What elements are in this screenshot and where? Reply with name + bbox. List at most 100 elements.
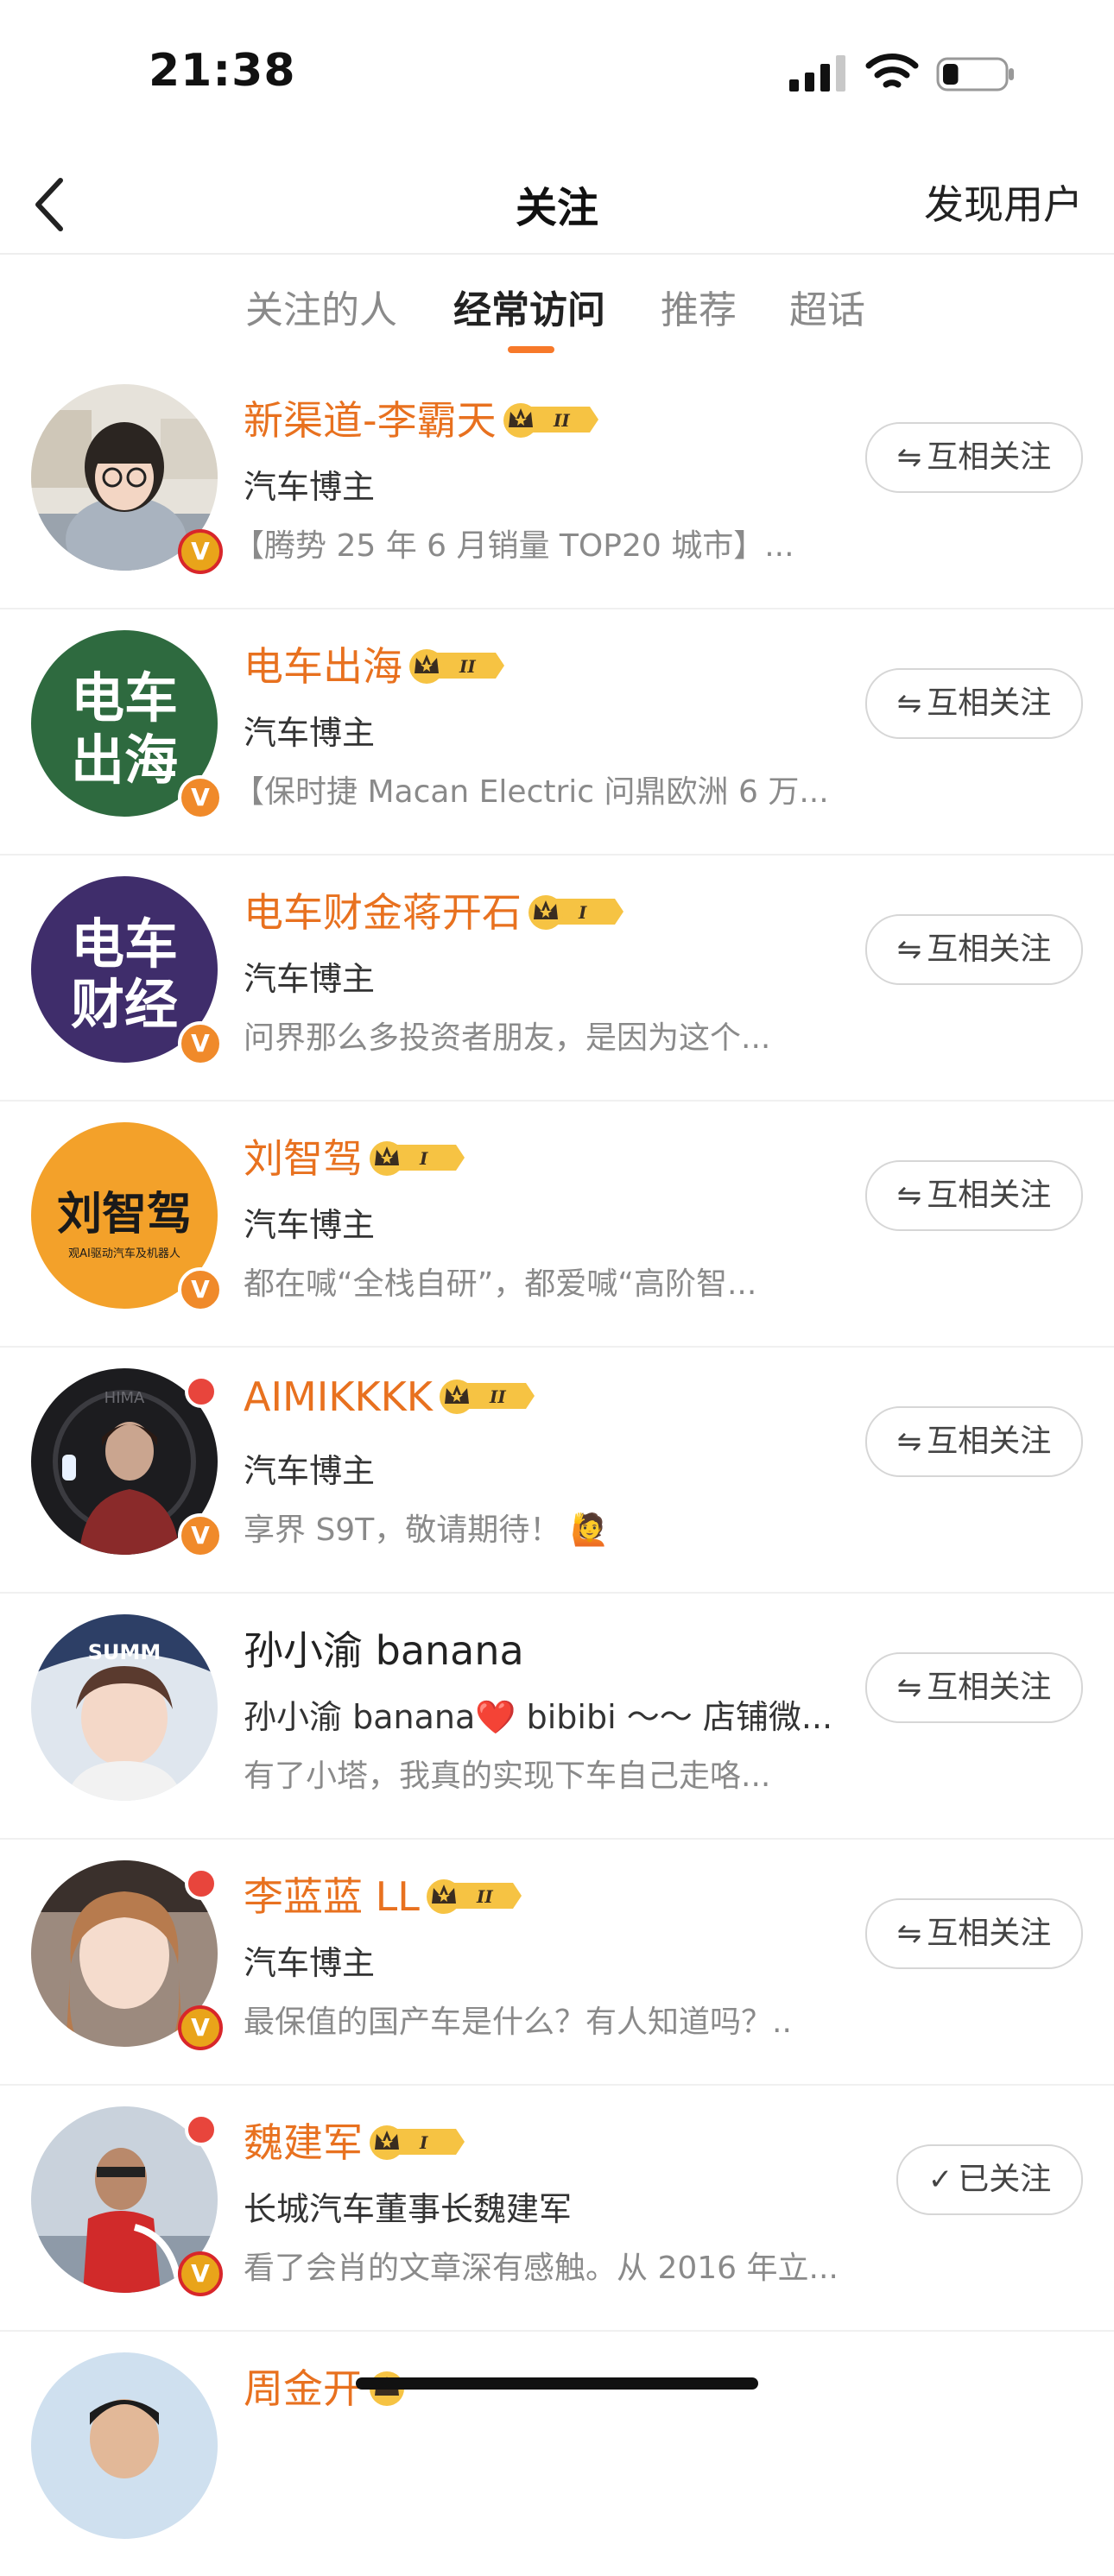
- user-name[interactable]: 电车财金蒋开石 I: [244, 881, 625, 938]
- mutual-arrows-icon: ⇋: [896, 686, 922, 721]
- crown-rank-badge: II: [503, 403, 598, 438]
- list-item[interactable]: 刘智驾 观AI驱动汽车及机器人 V 刘智驾 I 汽车博主 都在喊“全栈自研”，都…: [0, 1102, 1114, 1348]
- live-indicator: [185, 1375, 218, 1408]
- latest-post: 都在喊“全栈自研”，都爱喊“高阶智...: [244, 1266, 757, 1302]
- latest-post: 【保时捷 Macan Electric 问鼎欧洲 6 万...: [233, 774, 829, 810]
- latest-post: 看了会肖的文章深有感触。从 2016 年立...: [244, 2251, 839, 2286]
- user-description: 长城汽车董事长魏建军: [244, 2190, 573, 2228]
- list-item[interactable]: V 新渠道-李霸天 II 汽车博主 【腾势 25 年 6 月销量 TOP20 城…: [0, 363, 1114, 609]
- list-item[interactable]: V 魏建军 I 长城汽车董事长魏建军 看了会肖的文章深有感触。从 2016 年立…: [0, 2086, 1114, 2332]
- user-name[interactable]: 魏建军 I: [244, 2112, 466, 2169]
- svg-text:SUMM: SUMM: [88, 1640, 161, 1664]
- latest-post: 问界那么多投资者朋友，是因为这个...: [244, 1020, 771, 1056]
- mutual-follow-button[interactable]: ⇋ 互相关注: [865, 1406, 1083, 1477]
- avatar[interactable]: 刘智驾 观AI驱动汽车及机器人 V: [31, 1122, 223, 1312]
- mutual-follow-button[interactable]: ⇋ 互相关注: [865, 914, 1083, 985]
- user-description: 汽车博主: [244, 1944, 376, 1982]
- list-item[interactable]: SUMM 孙小渝 banana 孙小渝 banana❤️ bibibi ～～ 店…: [0, 1594, 1114, 1840]
- avatar[interactable]: 电车 出海 V: [31, 630, 223, 820]
- list-item[interactable]: 电车 财经 V 电车财金蒋开石 I 汽车博主 问界那么多投资者朋友，是因为这个.…: [0, 856, 1114, 1102]
- avatar[interactable]: SUMM: [31, 1614, 218, 1801]
- svg-text:出海: 出海: [71, 729, 178, 792]
- svg-text:HIMA: HIMA: [104, 1389, 145, 1407]
- crown-rank-badge: I: [370, 2125, 465, 2160]
- latest-post: 有了小塔，我真的实现下车自己走咯...: [244, 1758, 771, 1794]
- latest-post: 享界 S9T，敬请期待！ 🙋: [244, 1512, 610, 1548]
- verified-badge: V: [178, 2251, 223, 2296]
- chevron-left-icon: [35, 178, 63, 231]
- mutual-follow-button[interactable]: ⇋ 互相关注: [865, 1898, 1083, 1969]
- user-name[interactable]: AIMIKKKK II: [244, 1373, 536, 1420]
- followed-button[interactable]: ✓ 已关注: [896, 2144, 1083, 2215]
- avatar-photo: [31, 2352, 218, 2539]
- verified-badge: V: [178, 1267, 223, 1312]
- mutual-arrows-icon: ⇋: [896, 932, 922, 967]
- mutual-arrows-icon: ⇋: [896, 1178, 922, 1213]
- tab-following[interactable]: 关注的人: [245, 279, 397, 334]
- tab-bar: 关注的人 经常访问 推荐 超话: [0, 253, 1114, 363]
- avatar[interactable]: [31, 2352, 218, 2539]
- crown-rank-badge: I: [370, 1141, 465, 1176]
- wifi-icon: [865, 54, 919, 88]
- mutual-arrows-icon: ⇋: [896, 1424, 922, 1459]
- avatar[interactable]: V: [31, 1860, 223, 2050]
- user-name[interactable]: 李蓝蓝 LL II: [244, 1866, 523, 1923]
- svg-text:观AI驱动汽车及机器人: 观AI驱动汽车及机器人: [68, 1247, 180, 1260]
- latest-post: 【腾势 25 年 6 月销量 TOP20 城市】...: [233, 528, 794, 564]
- svg-text:刘智驾: 刘智驾: [57, 1189, 192, 1241]
- list-item[interactable]: 周金开: [0, 2332, 1114, 2576]
- verified-badge: V: [178, 775, 223, 820]
- battery-icon: [936, 57, 1014, 92]
- user-description: 汽车博主: [244, 1206, 376, 1244]
- live-indicator: [185, 2113, 218, 2146]
- svg-text:I: I: [578, 902, 587, 923]
- svg-text:电车: 电车: [71, 666, 178, 729]
- svg-text:II: II: [476, 1886, 493, 1907]
- mutual-arrows-icon: ⇋: [896, 1670, 922, 1705]
- list-item[interactable]: V 李蓝蓝 LL II 汽车博主 最保值的国产车是什么？有人知道吗？.. ⇋ 互相…: [0, 1840, 1114, 2086]
- cellular-signal-icon: [789, 55, 845, 92]
- back-button[interactable]: [21, 165, 90, 237]
- verified-badge: V: [178, 1513, 223, 1558]
- tab-super-topic[interactable]: 超话: [789, 279, 865, 334]
- active-tab-indicator: [508, 346, 554, 353]
- avatar[interactable]: HIMA V: [31, 1368, 223, 1558]
- svg-text:II: II: [459, 656, 476, 677]
- user-name[interactable]: 电车出海 II: [244, 635, 506, 692]
- avatar[interactable]: V: [31, 384, 223, 574]
- list-item[interactable]: 电车 出海 V 电车出海 II 汽车博主 【保时捷 Macan Electric…: [0, 609, 1114, 856]
- avatar[interactable]: 电车 财经 V: [31, 876, 223, 1066]
- avatar[interactable]: V: [31, 2106, 223, 2296]
- tab-frequent[interactable]: 经常访问: [453, 279, 605, 334]
- avatar-photo: SUMM: [31, 1614, 218, 1801]
- status-time: 21:38: [149, 45, 296, 97]
- svg-text:财经: 财经: [71, 973, 178, 1036]
- mutual-follow-button[interactable]: ⇋ 互相关注: [865, 422, 1083, 493]
- user-description: 汽车博主: [244, 468, 376, 506]
- check-icon: ✓: [927, 2162, 953, 2197]
- mutual-follow-button[interactable]: ⇋ 互相关注: [865, 1652, 1083, 1723]
- svg-text:I: I: [419, 2132, 428, 2153]
- tab-recommend[interactable]: 推荐: [661, 279, 737, 334]
- mutual-arrows-icon: ⇋: [896, 1916, 922, 1951]
- crown-rank-badge: II: [426, 1879, 522, 1914]
- svg-text:II: II: [553, 410, 570, 431]
- user-description: 汽车博主: [244, 714, 376, 752]
- user-name[interactable]: 孙小渝 banana: [244, 1619, 524, 1676]
- verified-badge: V: [178, 2005, 223, 2050]
- home-indicator: [356, 2377, 758, 2390]
- user-description: 孙小渝 banana❤️ bibibi ～～ 店铺微...: [244, 1698, 833, 1736]
- latest-post: 最保值的国产车是什么？有人知道吗？..: [244, 2005, 792, 2040]
- mutual-arrows-icon: ⇋: [896, 440, 922, 475]
- user-name[interactable]: 新渠道-李霸天 II: [244, 389, 600, 446]
- live-indicator: [185, 1867, 218, 1900]
- list-item[interactable]: HIMA V AIMIKKKK II 汽车博主 享界 S9T，敬请期待！ 🙋 ⇋…: [0, 1348, 1114, 1594]
- mutual-follow-button[interactable]: ⇋ 互相关注: [865, 1160, 1083, 1231]
- status-bar: 21:38: [0, 0, 1114, 151]
- mutual-follow-button[interactable]: ⇋ 互相关注: [865, 668, 1083, 739]
- discover-users-button[interactable]: 发现用户: [924, 174, 1083, 230]
- user-name[interactable]: 刘智驾 I: [244, 1127, 466, 1184]
- nav-bar: 关注 发现用户: [0, 151, 1114, 255]
- svg-text:电车: 电车: [71, 912, 178, 975]
- verified-badge: V: [178, 529, 223, 574]
